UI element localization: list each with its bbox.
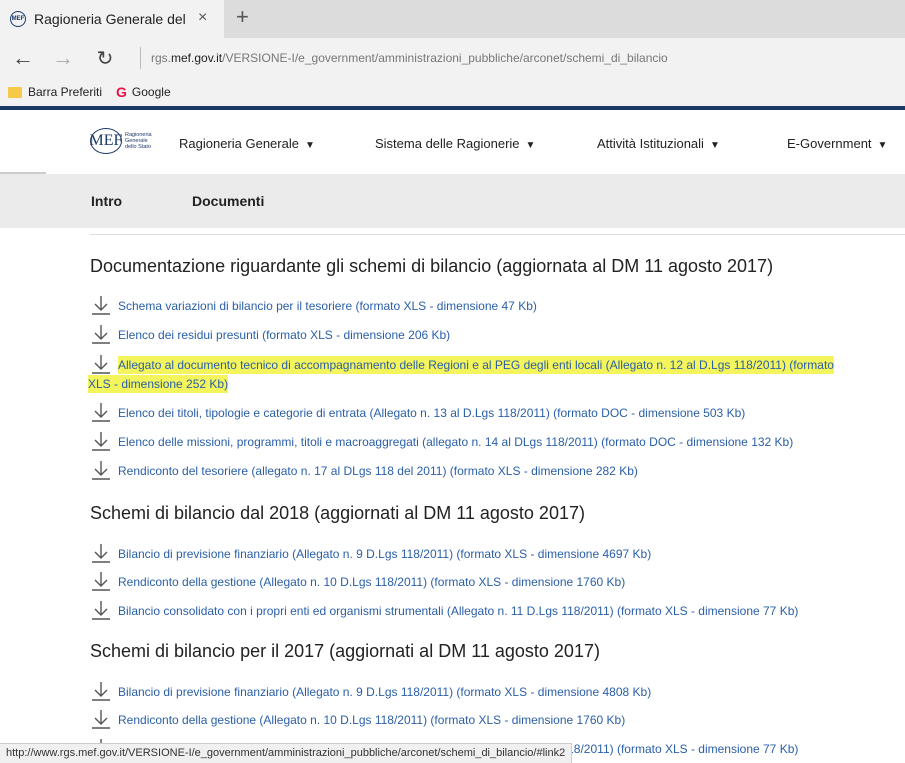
download-icon [92, 355, 110, 374]
section-title: Documentazione riguardante gli schemi di… [90, 256, 774, 276]
menu-ragioneria-generale[interactable]: Ragioneria Generale ▼ [179, 136, 315, 151]
mef-logo[interactable]: MEF Ragioneria Generale dello Stato [90, 128, 152, 154]
download-link[interactable]: Elenco dei titoli, tipologie e categorie… [118, 404, 745, 422]
list-item[interactable]: Rendiconto della gestione (Allegato n. 1… [90, 572, 905, 592]
download-icon [92, 544, 110, 563]
content-divider [90, 234, 905, 235]
favorites-folder-link[interactable]: Barra Preferiti [28, 85, 102, 99]
download-link[interactable]: Bilancio di previsione finanziario (Alle… [118, 545, 651, 563]
download-link-continuation[interactable]: XLS - dimensione 252 Kb) [88, 375, 229, 393]
forward-arrow-icon[interactable]: → [48, 45, 78, 71]
folder-icon [8, 86, 22, 98]
download-icon [92, 432, 110, 451]
download-icon [92, 461, 110, 480]
status-bar-url: http://www.rgs.mef.gov.it/VERSIONE-I/e_g… [0, 743, 573, 763]
tab-intro[interactable]: Intro [91, 193, 122, 209]
download-icon [92, 403, 110, 422]
list-item[interactable]: Schema variazioni di bilancio per il tes… [90, 296, 905, 316]
download-icon [92, 710, 110, 729]
download-icon [92, 296, 110, 315]
list-item[interactable]: Elenco dei titoli, tipologie e categorie… [90, 403, 905, 423]
caret-down-icon: ▼ [877, 140, 888, 151]
back-arrow-icon[interactable]: ← [8, 45, 38, 71]
list-item[interactable]: Elenco delle missioni, programmi, titoli… [90, 432, 905, 452]
download-icon [92, 682, 110, 701]
download-link[interactable]: Bilancio consolidato con i propri enti e… [118, 602, 798, 620]
logo-text: Ragioneria Generale dello Stato [125, 131, 152, 151]
download-link[interactable]: Rendiconto della gestione (Allegato n. 1… [118, 573, 625, 591]
menu-e-government[interactable]: E-Government ▼ [787, 136, 887, 151]
download-link[interactable]: Schema variazioni di bilancio per il tes… [118, 297, 537, 315]
new-tab-icon[interactable]: + [236, 6, 249, 28]
tab-title: Ragioneria Generale del [34, 11, 186, 27]
sub-navigation: Intro Documenti [0, 174, 905, 228]
menu-sistema-ragionerie[interactable]: Sistema delle Ragionerie ▼ [375, 136, 535, 151]
caret-down-icon: ▼ [304, 140, 315, 151]
list-item[interactable]: Rendiconto della gestione (Allegato n. 1… [90, 710, 905, 730]
refresh-icon[interactable]: ↻ [90, 46, 120, 71]
section-title: Schemi di bilancio per il 2017 (aggiorna… [90, 641, 600, 661]
download-link[interactable]: Rendiconto del tesoriere (allegato n. 17… [118, 462, 638, 480]
download-link-highlighted[interactable]: Allegato al documento tecnico di accompa… [118, 356, 834, 374]
url-input[interactable]: rgs.mef.gov.it/VERSIONE-I/e_government/a… [151, 51, 668, 65]
download-link[interactable]: Elenco dei residui presunti (formato XLS… [118, 326, 450, 344]
download-icon [92, 325, 110, 344]
list-item[interactable]: Bilancio di previsione finanziario (Alle… [90, 682, 905, 702]
list-item[interactable]: Bilancio consolidato con i propri enti e… [90, 601, 905, 621]
download-icon [92, 572, 110, 591]
browser-tab-bar: MEF Ragioneria Generale del × + [0, 0, 905, 38]
google-favorite-link[interactable]: Google [132, 85, 171, 99]
close-tab-icon[interactable]: × [198, 9, 207, 27]
address-bar: ← → ↻ rgs.mef.gov.it/VERSIONE-I/e_govern… [0, 38, 905, 78]
caret-down-icon: ▼ [525, 140, 536, 151]
favorites-bar: Barra Preferiti G Google [0, 78, 905, 110]
site-header: MEF Ragioneria Generale dello Stato Ragi… [0, 110, 905, 174]
tab-documenti[interactable]: Documenti [192, 193, 264, 209]
list-item[interactable]: Rendiconto del tesoriere (allegato n. 17… [90, 461, 905, 481]
section-title: Schemi di bilancio dal 2018 (aggiornati … [90, 503, 585, 523]
google-icon: G [116, 84, 127, 100]
download-link[interactable]: Rendiconto della gestione (Allegato n. 1… [118, 711, 625, 729]
logo-mark: MEF [90, 128, 122, 154]
mef-favicon-icon: MEF [10, 11, 26, 27]
browser-tab[interactable]: MEF Ragioneria Generale del × [0, 0, 224, 38]
caret-down-icon: ▼ [709, 140, 720, 151]
download-link[interactable]: Elenco delle missioni, programmi, titoli… [118, 433, 793, 451]
list-item[interactable]: Elenco dei residui presunti (formato XLS… [90, 325, 905, 345]
download-icon [92, 601, 110, 620]
download-link[interactable]: Bilancio di previsione finanziario (Alle… [118, 683, 651, 701]
menu-attivita-istituzionali[interactable]: Attività Istituzionali ▼ [597, 136, 720, 151]
list-item[interactable]: Bilancio di previsione finanziario (Alle… [90, 544, 905, 564]
url-separator [140, 47, 141, 69]
list-item[interactable]: Allegato al documento tecnico di accompa… [90, 355, 905, 375]
